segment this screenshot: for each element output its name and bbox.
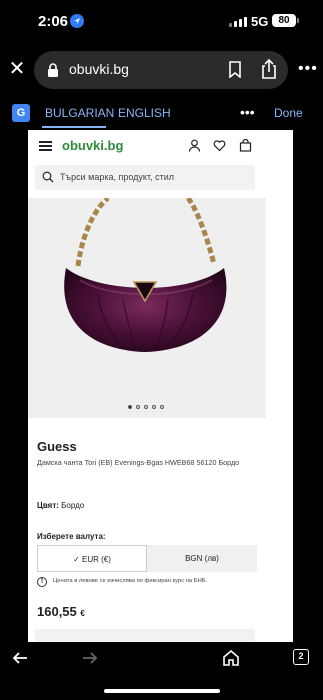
browser-url-row: ✕ obuvki.bg •••	[0, 48, 323, 92]
language-tab-bulgarian[interactable]: BULGARIAN	[45, 106, 114, 120]
search-placeholder: Търси марка, продукт, стил	[60, 172, 174, 182]
currency-label: Изберете валута:	[37, 532, 106, 541]
language-tab-english[interactable]: ENGLISH	[118, 106, 171, 120]
menu-icon[interactable]	[39, 141, 52, 151]
handbag-image	[64, 196, 227, 352]
search-icon	[42, 171, 54, 183]
status-time: 2:06	[38, 13, 69, 30]
gallery-dot[interactable]	[144, 405, 148, 409]
price-value: 160,55	[37, 604, 77, 619]
more-icon[interactable]: •••	[298, 60, 318, 78]
next-section-box	[35, 629, 255, 642]
gallery-dot[interactable]	[128, 405, 132, 409]
currency-option-label: EUR (€)	[82, 555, 111, 564]
tabs-button[interactable]: 2	[293, 649, 309, 665]
product-color: Цвят: Бордо	[37, 501, 84, 510]
product-name: Дамска чанта Tori (EB) Evenings-Bgas HWE…	[37, 458, 240, 467]
color-value: Бордо	[61, 501, 85, 510]
currency-option-label: BGN (лв)	[185, 554, 219, 563]
color-label: Цвят:	[37, 501, 59, 510]
logo-main: obuvki	[62, 138, 104, 153]
signal-bars-icon	[229, 16, 247, 27]
home-indicator	[104, 689, 220, 693]
home-icon[interactable]	[222, 649, 240, 667]
product-brand[interactable]: Guess	[37, 439, 77, 454]
gallery-pagination[interactable]	[128, 405, 164, 409]
done-button[interactable]: Done	[274, 106, 303, 120]
browser-toolbar: 2	[0, 642, 323, 700]
currency-note-text: Цената в левове се изчислява по фиксиран…	[53, 578, 208, 584]
active-tab-underline	[42, 126, 106, 128]
info-icon: !	[37, 577, 47, 587]
forward-arrow-icon[interactable]	[82, 650, 98, 666]
bookmark-icon[interactable]	[228, 61, 242, 78]
heart-icon[interactable]	[213, 139, 226, 152]
currency-option-bgn[interactable]: BGN (лв)	[147, 545, 257, 572]
gallery-dot[interactable]	[152, 405, 156, 409]
battery-level: 80	[278, 15, 290, 26]
search-input[interactable]: Търси марка, продукт, стил	[35, 165, 255, 190]
shopping-bag-icon[interactable]	[239, 139, 252, 152]
price-currency: €	[80, 609, 85, 618]
gallery-dot[interactable]	[136, 405, 140, 409]
currency-option-eur[interactable]: ✓ EUR (€)	[37, 545, 147, 572]
url-text[interactable]: obuvki.bg	[69, 61, 129, 77]
web-page: obuvki.bg Търси марка, продукт, стил Gue…	[28, 130, 293, 642]
close-icon[interactable]: ✕	[8, 58, 26, 80]
product-price: 160,55 €	[37, 604, 85, 619]
gallery-dot[interactable]	[160, 405, 164, 409]
logo-tld: .bg	[103, 138, 124, 153]
check-icon: ✓	[73, 555, 83, 564]
back-arrow-icon[interactable]	[12, 650, 28, 666]
currency-note: ! Цената в левове се изчислява по фиксир…	[37, 577, 267, 589]
currency-selector: ✓ EUR (€) BGN (лв)	[37, 545, 257, 572]
share-icon[interactable]	[260, 58, 278, 80]
lock-icon	[48, 63, 58, 77]
product-image-gallery[interactable]	[28, 196, 266, 418]
user-icon[interactable]	[188, 139, 201, 152]
google-translate-icon: G	[12, 104, 30, 122]
translate-more-icon[interactable]: •••	[240, 104, 255, 120]
status-bar: 2:06 5G 80	[0, 0, 323, 44]
site-logo[interactable]: obuvki.bg	[62, 138, 123, 153]
location-arrow-icon	[70, 14, 84, 28]
translate-bar: G BULGARIAN ENGLISH ••• Done	[0, 98, 323, 130]
site-header: obuvki.bg	[28, 130, 293, 162]
battery-icon: 80	[272, 14, 299, 27]
network-type: 5G	[251, 14, 269, 29]
